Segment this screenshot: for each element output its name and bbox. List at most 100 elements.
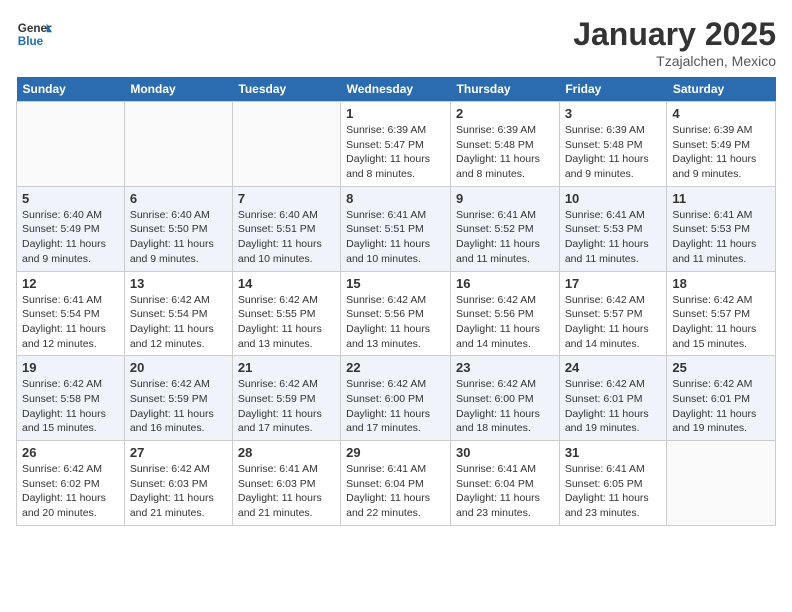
day-number: 15 bbox=[346, 276, 445, 291]
day-number: 16 bbox=[456, 276, 554, 291]
day-number: 7 bbox=[238, 191, 335, 206]
calendar-cell: 8Sunrise: 6:41 AMSunset: 5:51 PMDaylight… bbox=[341, 186, 451, 271]
day-info: Sunrise: 6:42 AMSunset: 5:58 PMDaylight:… bbox=[22, 377, 119, 436]
logo-icon: General Blue bbox=[16, 16, 52, 52]
day-info: Sunrise: 6:42 AMSunset: 6:02 PMDaylight:… bbox=[22, 462, 119, 521]
day-number: 19 bbox=[22, 360, 119, 375]
day-number: 23 bbox=[456, 360, 554, 375]
calendar-cell bbox=[124, 102, 232, 187]
day-info: Sunrise: 6:41 AMSunset: 6:04 PMDaylight:… bbox=[346, 462, 445, 521]
week-row-4: 19 Sunrise: 6:42 AMSunset: 5:58 PMDayligh… bbox=[17, 356, 776, 441]
day-info: Sunrise: 6:41 AMSunset: 6:03 PMDaylight:… bbox=[238, 462, 335, 521]
day-number: 1 bbox=[346, 106, 445, 121]
week-row-1: 1 Sunrise: 6:39 AMSunset: 5:47 PMDaylight… bbox=[17, 102, 776, 187]
calendar-cell: 1 Sunrise: 6:39 AMSunset: 5:47 PMDaylight… bbox=[341, 102, 451, 187]
day-number: 3 bbox=[565, 106, 662, 121]
calendar-cell: 10 Sunrise: 6:41 AMSunset: 5:53 PMDayligh… bbox=[559, 186, 667, 271]
col-header-thursday: Thursday bbox=[451, 77, 560, 102]
calendar-header-row: SundayMondayTuesdayWednesdayThursdayFrid… bbox=[17, 77, 776, 102]
calendar-cell: 13Sunrise: 6:42 AMSunset: 5:54 PMDayligh… bbox=[124, 271, 232, 356]
calendar-cell: 6 Sunrise: 6:40 AMSunset: 5:50 PMDaylight… bbox=[124, 186, 232, 271]
day-info: Sunrise: 6:39 AMSunset: 5:47 PMDaylight:… bbox=[346, 123, 445, 182]
day-number: 4 bbox=[672, 106, 770, 121]
day-info: Sunrise: 6:42 AMSunset: 6:00 PMDaylight:… bbox=[456, 377, 554, 436]
title-block: January 2025 Tzajalchen, Mexico bbox=[573, 16, 776, 69]
calendar-cell: 18Sunrise: 6:42 AMSunset: 5:57 PMDayligh… bbox=[667, 271, 776, 356]
location: Tzajalchen, Mexico bbox=[573, 53, 776, 69]
day-number: 12 bbox=[22, 276, 119, 291]
calendar-cell: 12 Sunrise: 6:41 AMSunset: 5:54 PMDayligh… bbox=[17, 271, 125, 356]
calendar-cell: 27Sunrise: 6:42 AMSunset: 6:03 PMDayligh… bbox=[124, 441, 232, 526]
day-number: 13 bbox=[130, 276, 227, 291]
day-info: Sunrise: 6:42 AMSunset: 5:59 PMDaylight:… bbox=[238, 377, 335, 436]
day-number: 21 bbox=[238, 360, 335, 375]
day-info: Sunrise: 6:42 AMSunset: 5:57 PMDaylight:… bbox=[565, 293, 662, 352]
day-info: Sunrise: 6:39 AMSunset: 5:48 PMDaylight:… bbox=[456, 123, 554, 182]
day-number: 24 bbox=[565, 360, 662, 375]
day-info: Sunrise: 6:41 AMSunset: 6:04 PMDaylight:… bbox=[456, 462, 554, 521]
calendar-cell: 14 Sunrise: 6:42 AMSunset: 5:55 PMDayligh… bbox=[232, 271, 340, 356]
calendar-cell: 26 Sunrise: 6:42 AMSunset: 6:02 PMDayligh… bbox=[17, 441, 125, 526]
day-number: 14 bbox=[238, 276, 335, 291]
day-number: 29 bbox=[346, 445, 445, 460]
col-header-wednesday: Wednesday bbox=[341, 77, 451, 102]
month-title: January 2025 bbox=[573, 16, 776, 53]
day-info: Sunrise: 6:41 AMSunset: 5:51 PMDaylight:… bbox=[346, 208, 445, 267]
calendar-cell bbox=[667, 441, 776, 526]
day-info: Sunrise: 6:41 AMSunset: 6:05 PMDaylight:… bbox=[565, 462, 662, 521]
day-number: 2 bbox=[456, 106, 554, 121]
calendar-cell: 4 Sunrise: 6:39 AMSunset: 5:49 PMDaylight… bbox=[667, 102, 776, 187]
col-header-saturday: Saturday bbox=[667, 77, 776, 102]
calendar-cell: 15 Sunrise: 6:42 AMSunset: 5:56 PMDayligh… bbox=[341, 271, 451, 356]
day-number: 6 bbox=[130, 191, 227, 206]
col-header-friday: Friday bbox=[559, 77, 667, 102]
week-row-2: 5Sunrise: 6:40 AMSunset: 5:49 PMDaylight… bbox=[17, 186, 776, 271]
day-info: Sunrise: 6:39 AMSunset: 5:49 PMDaylight:… bbox=[672, 123, 770, 182]
calendar-cell: 21 Sunrise: 6:42 AMSunset: 5:59 PMDayligh… bbox=[232, 356, 340, 441]
day-info: Sunrise: 6:42 AMSunset: 6:03 PMDaylight:… bbox=[130, 462, 227, 521]
calendar-cell: 9 Sunrise: 6:41 AMSunset: 5:52 PMDaylight… bbox=[451, 186, 560, 271]
calendar-cell: 11Sunrise: 6:41 AMSunset: 5:53 PMDayligh… bbox=[667, 186, 776, 271]
day-info: Sunrise: 6:41 AMSunset: 5:52 PMDaylight:… bbox=[456, 208, 554, 267]
calendar-cell: 19 Sunrise: 6:42 AMSunset: 5:58 PMDayligh… bbox=[17, 356, 125, 441]
day-info: Sunrise: 6:41 AMSunset: 5:53 PMDaylight:… bbox=[565, 208, 662, 267]
day-number: 26 bbox=[22, 445, 119, 460]
day-number: 9 bbox=[456, 191, 554, 206]
day-info: Sunrise: 6:42 AMSunset: 6:01 PMDaylight:… bbox=[565, 377, 662, 436]
day-info: Sunrise: 6:42 AMSunset: 5:56 PMDaylight:… bbox=[346, 293, 445, 352]
calendar-cell: 22Sunrise: 6:42 AMSunset: 6:00 PMDayligh… bbox=[341, 356, 451, 441]
day-number: 17 bbox=[565, 276, 662, 291]
week-row-3: 12 Sunrise: 6:41 AMSunset: 5:54 PMDayligh… bbox=[17, 271, 776, 356]
col-header-monday: Monday bbox=[124, 77, 232, 102]
calendar-cell: 31 Sunrise: 6:41 AMSunset: 6:05 PMDayligh… bbox=[559, 441, 667, 526]
day-info: Sunrise: 6:41 AMSunset: 5:54 PMDaylight:… bbox=[22, 293, 119, 352]
day-number: 31 bbox=[565, 445, 662, 460]
page-header: General Blue January 2025 Tzajalchen, Me… bbox=[16, 16, 776, 69]
day-number: 20 bbox=[130, 360, 227, 375]
calendar-cell: 25Sunrise: 6:42 AMSunset: 6:01 PMDayligh… bbox=[667, 356, 776, 441]
day-info: Sunrise: 6:42 AMSunset: 5:56 PMDaylight:… bbox=[456, 293, 554, 352]
calendar-cell: 17 Sunrise: 6:42 AMSunset: 5:57 PMDayligh… bbox=[559, 271, 667, 356]
calendar-cell bbox=[232, 102, 340, 187]
day-info: Sunrise: 6:42 AMSunset: 5:55 PMDaylight:… bbox=[238, 293, 335, 352]
day-number: 28 bbox=[238, 445, 335, 460]
day-info: Sunrise: 6:40 AMSunset: 5:51 PMDaylight:… bbox=[238, 208, 335, 267]
calendar-cell: 28 Sunrise: 6:41 AMSunset: 6:03 PMDayligh… bbox=[232, 441, 340, 526]
day-number: 5 bbox=[22, 191, 119, 206]
day-number: 22 bbox=[346, 360, 445, 375]
calendar-cell: 7 Sunrise: 6:40 AMSunset: 5:51 PMDaylight… bbox=[232, 186, 340, 271]
logo: General Blue bbox=[16, 16, 52, 52]
svg-text:Blue: Blue bbox=[18, 35, 44, 48]
day-number: 30 bbox=[456, 445, 554, 460]
calendar-cell: 29 Sunrise: 6:41 AMSunset: 6:04 PMDayligh… bbox=[341, 441, 451, 526]
day-number: 10 bbox=[565, 191, 662, 206]
calendar-table: SundayMondayTuesdayWednesdayThursdayFrid… bbox=[16, 77, 776, 526]
week-row-5: 26 Sunrise: 6:42 AMSunset: 6:02 PMDayligh… bbox=[17, 441, 776, 526]
col-header-tuesday: Tuesday bbox=[232, 77, 340, 102]
calendar-cell: 20Sunrise: 6:42 AMSunset: 5:59 PMDayligh… bbox=[124, 356, 232, 441]
day-info: Sunrise: 6:41 AMSunset: 5:53 PMDaylight:… bbox=[672, 208, 770, 267]
calendar-cell: 2 Sunrise: 6:39 AMSunset: 5:48 PMDaylight… bbox=[451, 102, 560, 187]
day-info: Sunrise: 6:40 AMSunset: 5:50 PMDaylight:… bbox=[130, 208, 227, 267]
calendar-cell: 3Sunrise: 6:39 AMSunset: 5:48 PMDaylight… bbox=[559, 102, 667, 187]
calendar-cell: 23 Sunrise: 6:42 AMSunset: 6:00 PMDayligh… bbox=[451, 356, 560, 441]
